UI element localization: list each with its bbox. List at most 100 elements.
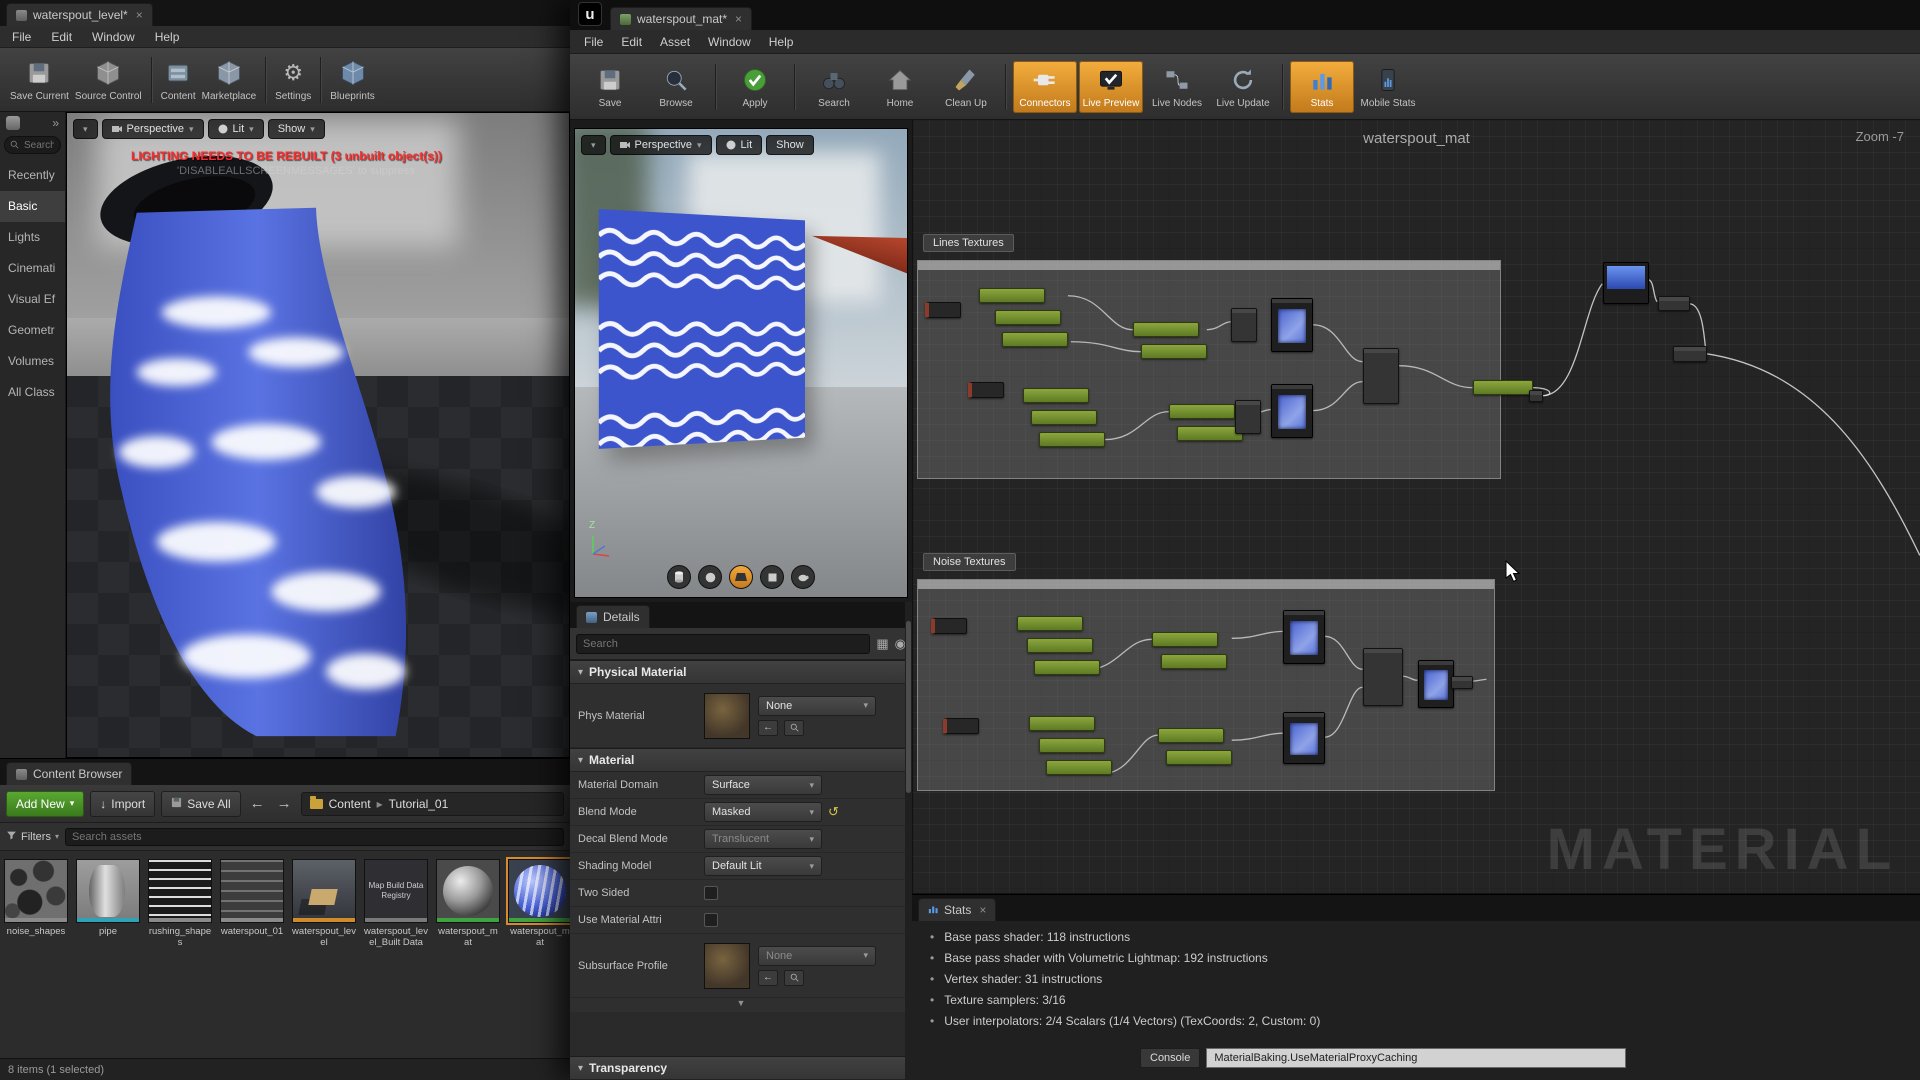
menu-file[interactable]: File — [584, 35, 603, 49]
graph-node-param[interactable] — [1046, 760, 1112, 775]
two-sided-checkbox[interactable] — [704, 886, 718, 900]
preview-perspective-button[interactable]: Perspective ▾ — [610, 135, 712, 155]
connectors-button[interactable]: Connectors — [1013, 61, 1077, 113]
content-button[interactable]: Content — [159, 54, 198, 106]
viewport-lit-button[interactable]: Lit ▾ — [208, 119, 264, 139]
use-selected-asset-button[interactable]: ← — [758, 720, 778, 736]
graph-node-texture-sample[interactable] — [1271, 384, 1313, 438]
asset-rushing-shapes[interactable]: rushing_shapes — [148, 859, 212, 949]
menu-edit[interactable]: Edit — [51, 30, 72, 44]
console-button[interactable]: Console — [1140, 1048, 1200, 1068]
preview-cylinder-button[interactable] — [667, 565, 691, 589]
mode-visual-effects[interactable]: Visual Ef — [0, 284, 65, 315]
graph-node-param[interactable] — [1158, 728, 1224, 743]
tab-content-browser[interactable]: Content Browser — [6, 762, 132, 785]
graph-node-param[interactable] — [1166, 750, 1232, 765]
asset-waterspout-mat-gray[interactable]: waterspout_mat — [436, 859, 500, 949]
menu-help[interactable]: Help — [155, 30, 180, 44]
graph-node-param[interactable] — [1029, 716, 1095, 731]
close-icon[interactable]: × — [136, 10, 143, 20]
viewport-options-button[interactable]: ▾ — [73, 119, 98, 139]
graph-node-texcoord[interactable] — [925, 302, 961, 318]
apply-button[interactable]: Apply — [723, 61, 787, 113]
menu-help[interactable]: Help — [769, 35, 794, 49]
blend-mode-dropdown[interactable]: Masked ▾ — [704, 802, 822, 822]
close-icon[interactable]: × — [979, 905, 986, 915]
home-button[interactable]: Home — [868, 61, 932, 113]
graph-node-param[interactable] — [1141, 344, 1207, 359]
graph-comment-label[interactable]: Noise Textures — [923, 553, 1016, 571]
asset-waterspout-mat-selected[interactable]: waterspout_mat — [508, 859, 570, 949]
material-editor-titlebar[interactable]: u waterspout_mat* × — [570, 0, 1920, 30]
preview-options-button[interactable]: ▾ — [581, 135, 606, 155]
graph-node-texture-sample[interactable] — [1283, 712, 1325, 764]
search-button[interactable]: Search — [802, 61, 866, 113]
graph-node-op[interactable] — [1451, 676, 1473, 689]
expand-panel-icon[interactable]: » — [52, 116, 59, 130]
graph-node-param[interactable] — [1161, 654, 1227, 669]
graph-comment-label[interactable]: Lines Textures — [923, 234, 1014, 252]
graph-node-op[interactable] — [1231, 308, 1257, 342]
menu-edit[interactable]: Edit — [621, 35, 642, 49]
material-domain-dropdown[interactable]: Surface ▾ — [704, 775, 822, 795]
graph-node-material-output[interactable] — [1603, 262, 1649, 304]
tab-waterspout-level[interactable]: waterspout_level* × — [6, 3, 153, 26]
graph-node-texture-sample[interactable] — [1418, 660, 1454, 708]
use-selected-asset-button[interactable]: ← — [758, 970, 778, 986]
section-transparency[interactable]: ▾ Transparency — [570, 1056, 912, 1080]
tab-stats[interactable]: Stats × — [918, 898, 996, 921]
preview-custom-mesh-button[interactable] — [791, 565, 815, 589]
preview-cube-button[interactable] — [760, 565, 784, 589]
viewport-perspective-button[interactable]: Perspective ▾ — [102, 119, 204, 139]
asset-search-input[interactable] — [65, 828, 564, 846]
subsurface-profile-dropdown[interactable]: None ▾ — [758, 946, 876, 966]
menu-window[interactable]: Window — [708, 35, 751, 49]
reset-to-default-icon[interactable]: ↺ — [828, 804, 839, 820]
graph-node-texcoord[interactable] — [931, 618, 967, 634]
menu-asset[interactable]: Asset — [660, 35, 690, 49]
mode-volumes[interactable]: Volumes — [0, 346, 65, 377]
graph-node-param[interactable] — [995, 310, 1061, 325]
console-input[interactable] — [1206, 1048, 1626, 1068]
menu-window[interactable]: Window — [92, 30, 135, 44]
save-button[interactable]: Save — [578, 61, 642, 113]
tab-waterspout-mat[interactable]: waterspout_mat* × — [610, 7, 752, 30]
mode-recently[interactable]: Recently — [0, 160, 65, 191]
graph-node-param[interactable] — [1039, 738, 1105, 753]
asset-waterspout-01[interactable]: waterspout_01 — [220, 859, 284, 949]
details-expand-button[interactable]: ▼ — [570, 998, 912, 1012]
graph-node-param[interactable] — [1027, 638, 1093, 653]
asset-thumbnail[interactable] — [4, 859, 68, 923]
mode-cinematic[interactable]: Cinemati — [0, 253, 65, 284]
browse-to-asset-button[interactable] — [784, 970, 804, 986]
shading-model-dropdown[interactable]: Default Lit ▾ — [704, 856, 822, 876]
viewport-show-button[interactable]: Show ▾ — [268, 119, 325, 139]
phys-material-dropdown[interactable]: None ▾ — [758, 696, 876, 716]
asset-thumbnail[interactable] — [220, 859, 284, 923]
save-all-button[interactable]: Save All — [161, 791, 240, 817]
graph-node-op[interactable] — [1658, 296, 1690, 311]
browse-to-asset-button[interactable] — [784, 720, 804, 736]
asset-thumbnail[interactable] — [76, 859, 140, 923]
breadcrumb-content[interactable]: Content — [329, 797, 371, 811]
stats-button[interactable]: Stats — [1290, 61, 1354, 113]
breadcrumb-tutorial-01[interactable]: Tutorial_01 — [389, 797, 449, 811]
graph-node-param[interactable] — [1473, 380, 1533, 395]
breadcrumb[interactable]: Content ▸ Tutorial_01 — [301, 792, 564, 816]
live-preview-button[interactable]: Live Preview — [1079, 61, 1143, 113]
graph-node-param[interactable] — [1031, 410, 1097, 425]
modes-search-input[interactable] — [22, 139, 56, 152]
section-material[interactable]: ▾ Material — [570, 748, 912, 772]
modes-search[interactable] — [4, 136, 61, 154]
graph-node-param[interactable] — [1034, 660, 1100, 675]
live-update-button[interactable]: Live Update — [1211, 61, 1275, 113]
graph-node-param[interactable] — [1002, 332, 1068, 347]
material-preview-viewport[interactable]: ▾ Perspective ▾ Lit Show — [574, 128, 908, 598]
preview-plane-button[interactable] — [729, 565, 753, 589]
preview-sphere-button[interactable] — [698, 565, 722, 589]
section-physical-material[interactable]: ▾ Physical Material — [570, 660, 912, 684]
graph-node-op[interactable] — [1363, 648, 1403, 706]
asset-thumbnail[interactable] — [436, 859, 500, 923]
filters-button[interactable]: Filters ▾ — [6, 830, 59, 844]
save-current-button[interactable]: Save Current — [8, 54, 71, 106]
